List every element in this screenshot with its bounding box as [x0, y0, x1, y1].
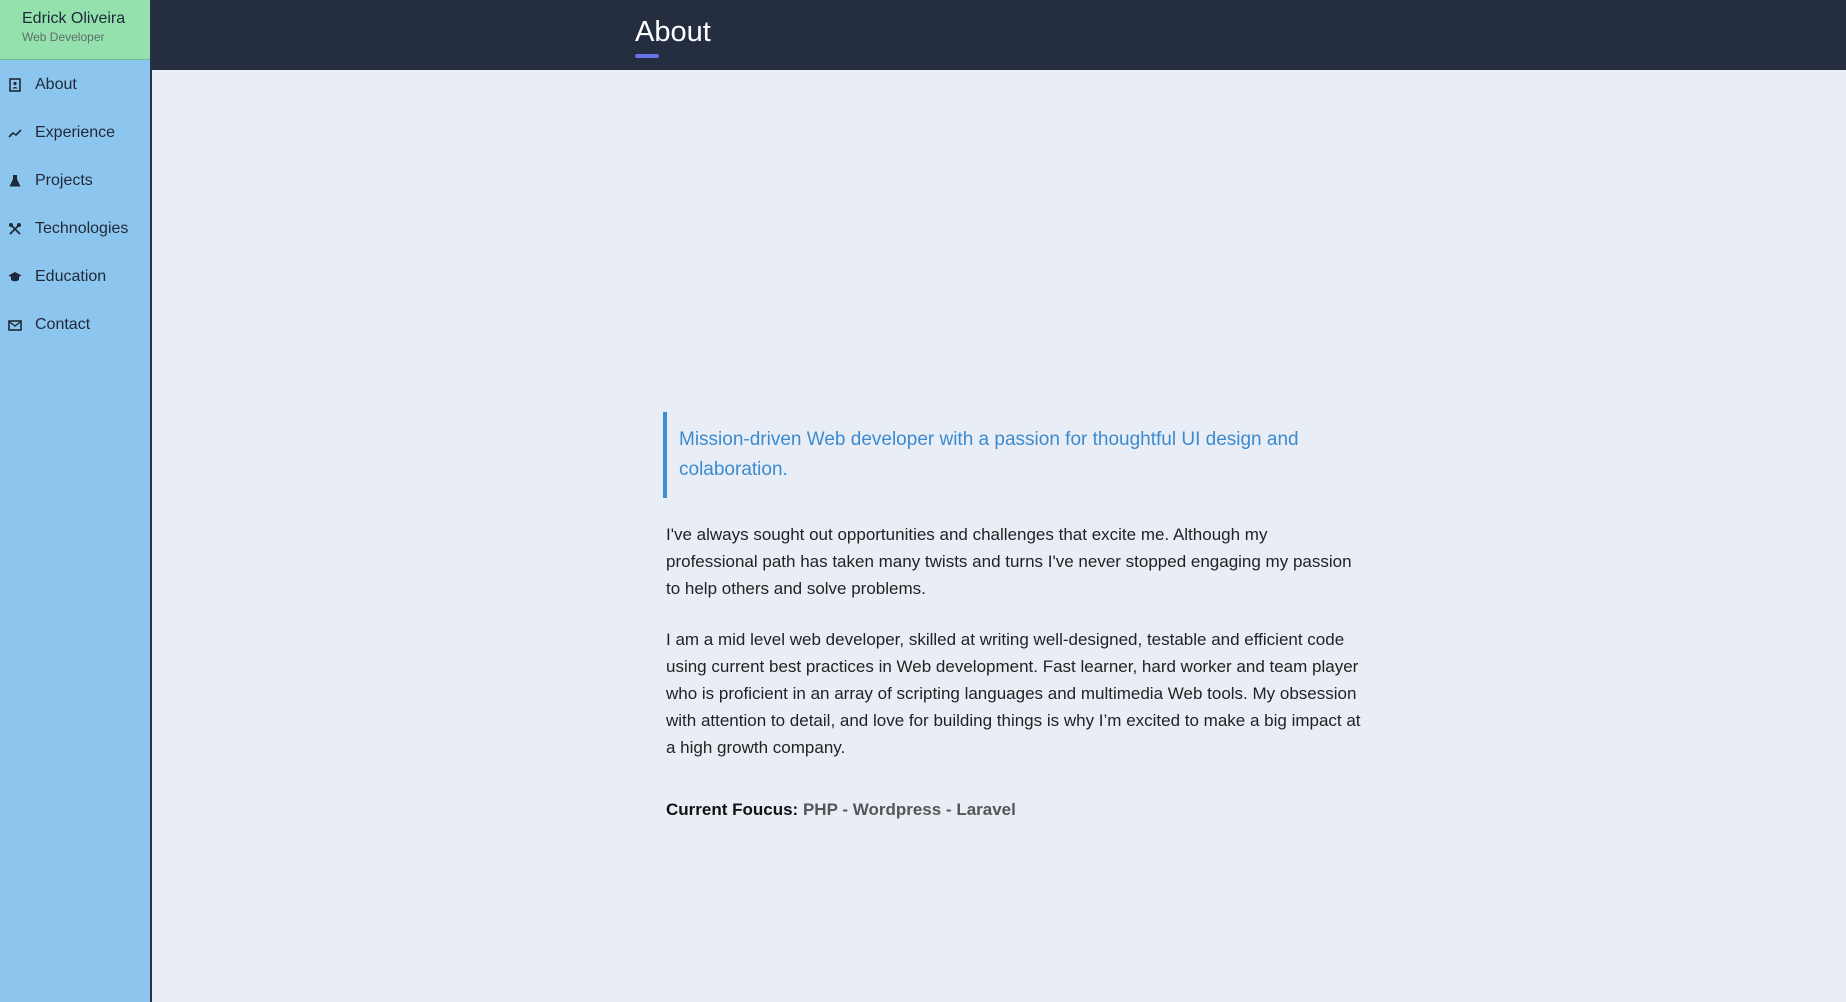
sidebar-item-label: Education — [35, 268, 107, 285]
sidebar-item-projects[interactable]: Projects — [0, 157, 150, 205]
sidebar-item-experience[interactable]: Experience — [0, 109, 150, 157]
flask-icon — [8, 174, 22, 188]
intro-paragraph: I've always sought out opportunities and… — [666, 525, 1352, 598]
sidebar-item-label: Experience — [35, 124, 116, 141]
sidebar-item-about[interactable]: About — [0, 61, 150, 109]
sidebar-item-contact[interactable]: Contact — [0, 301, 150, 349]
sidebar: Edrick Oliveira Web Developer About Expe… — [0, 0, 152, 1002]
address-book-icon — [8, 78, 22, 92]
sidebar-item-label: Contact — [35, 316, 91, 333]
tools-icon — [8, 222, 22, 236]
current-focus-label: Current Foucus: — [666, 800, 799, 819]
profile-role: Web Developer — [22, 30, 105, 44]
current-focus: Current Foucus: PHP - Wordpress - Larave… — [666, 796, 1363, 823]
sidebar-item-label: Technologies — [35, 220, 129, 237]
header-bar: About — [152, 0, 1846, 70]
mission-quote: Mission-driven Web developer with a pass… — [663, 412, 1363, 498]
current-focus-value: PHP - Wordpress - Laravel — [802, 800, 1016, 819]
sidebar-item-education[interactable]: Education — [0, 253, 150, 301]
profile-block[interactable]: Edrick Oliveira Web Developer — [0, 0, 150, 60]
chart-line-icon — [8, 126, 22, 140]
sidebar-item-label: About — [35, 76, 77, 93]
sidebar-item-label: Projects — [35, 172, 93, 189]
graduation-cap-icon — [8, 270, 22, 284]
sidebar-item-technologies[interactable]: Technologies — [0, 205, 150, 253]
skills-paragraph: I am a mid level web developer, skilled … — [666, 630, 1361, 757]
page-title: About — [635, 16, 711, 48]
title-underline — [635, 54, 659, 58]
profile-name: Edrick Oliveira — [22, 10, 126, 27]
sidebar-nav: About Experience Projects Technologies E… — [0, 61, 150, 349]
envelope-icon — [8, 318, 22, 332]
about-content: Mission-driven Web developer with a pass… — [663, 412, 1363, 823]
